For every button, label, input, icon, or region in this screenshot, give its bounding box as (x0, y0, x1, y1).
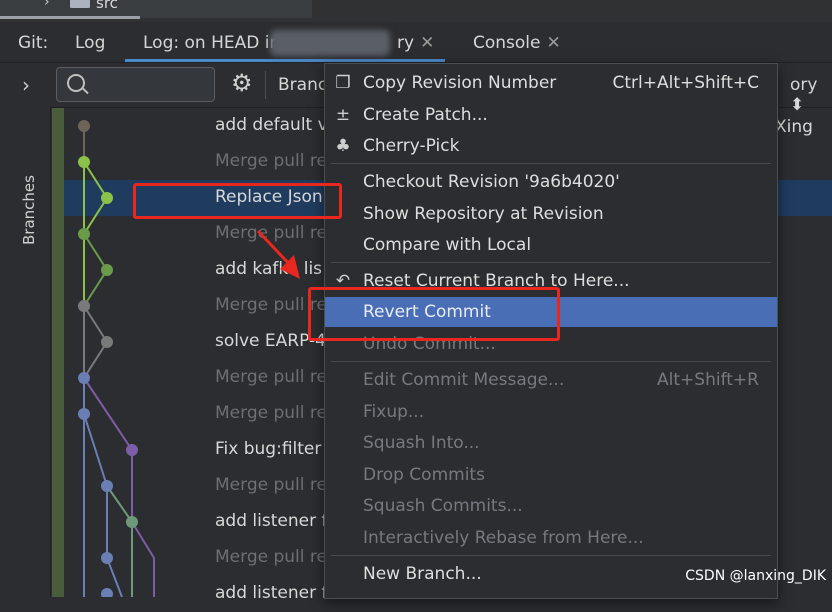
branch-filter[interactable]: Branc (278, 75, 327, 95)
menu-item-label: Fixup... (363, 402, 425, 422)
menu-item-label: Create Patch... (363, 105, 488, 125)
commit-graph (78, 120, 155, 597)
menu-item-label: Squash Commits... (363, 496, 523, 516)
active-tab-indicator (125, 59, 445, 62)
menu-item-label: Interactively Rebase from Here... (363, 528, 644, 548)
copy-icon: ❐ (335, 73, 351, 93)
graph-edge (83, 413, 123, 597)
tab-log[interactable]: Log (75, 33, 105, 53)
tab-console-label: Console (473, 33, 541, 53)
annotation-arrow (256, 229, 300, 279)
menu-separator (331, 555, 771, 556)
commit-node[interactable] (78, 120, 90, 132)
branches-toggle[interactable]: Branches (20, 175, 38, 245)
git-label: Git: (18, 33, 49, 53)
close-icon[interactable]: ✕ (420, 33, 434, 53)
redacted-region (270, 30, 390, 56)
commit-message: Merge pull re (215, 475, 327, 495)
history-filter-label: ory (790, 75, 818, 95)
menu-item-label: Squash Into... (363, 433, 480, 453)
menu-item-label: Show Repository at Revision (363, 204, 604, 224)
commit-message: Merge pull re (215, 151, 327, 171)
menu-item-show-repository[interactable]: Show Repository at Revision (325, 199, 777, 229)
project-tree-strip: › src (0, 0, 832, 22)
watermark: CSDN @lanxing_DIK (685, 568, 826, 584)
menu-item-shortcut: Ctrl+Alt+Shift+C (612, 73, 759, 93)
commit-node[interactable] (126, 516, 138, 528)
commit-message: Merge pull re (215, 403, 327, 423)
gear-icon[interactable]: ⚙ (231, 69, 253, 97)
tab-log-on-head-suffix: ry ✕ (397, 33, 434, 53)
menu-separator (331, 361, 771, 362)
search-icon (67, 74, 85, 92)
tab-log-on-head[interactable]: Log: on HEAD in (143, 33, 280, 53)
scrollbar[interactable] (0, 16, 140, 19)
commit-node[interactable] (126, 444, 138, 456)
menu-separator (331, 163, 771, 164)
commit-node[interactable] (101, 336, 113, 348)
cherry-icon: ♣ (335, 136, 351, 156)
menu-item-drop-commits: Drop Commits (325, 460, 777, 490)
commit-message: add default v (215, 115, 328, 135)
commit-message: Merge pull re (215, 367, 327, 387)
gutter-bar (52, 108, 64, 597)
commit-message: add listener f (215, 511, 328, 531)
commit-message: add listener f (215, 583, 328, 603)
menu-item-checkout-revision[interactable]: Checkout Revision '9a6b4020' (325, 167, 777, 197)
commit-node[interactable] (101, 552, 113, 564)
graph-edge (83, 377, 155, 597)
git-tool-window-tabs: Git: Log Log: on HEAD in ry ✕ Console ✕ (0, 24, 832, 63)
commit-node[interactable] (78, 300, 90, 312)
menu-item-label: Copy Revision Number (363, 73, 557, 93)
menu-item-compare-with-local[interactable]: Compare with Local (325, 230, 777, 260)
tab-log-on-head-label: Log: on HEAD in (143, 33, 281, 53)
commit-node[interactable] (101, 480, 113, 492)
commit-node[interactable] (78, 408, 90, 420)
menu-item-label: Drop Commits (363, 465, 485, 485)
menu-item-squash-into: Squash Into... (325, 428, 777, 458)
search-input[interactable] (56, 67, 215, 102)
graph-edge (106, 485, 133, 597)
menu-item-label: New Branch... (363, 564, 482, 584)
annotation-box-selected-commit (133, 183, 342, 219)
toolbar-divider (265, 71, 266, 99)
commit-node[interactable] (101, 588, 113, 597)
commit-node[interactable] (78, 372, 90, 384)
chevron-right-icon[interactable]: › (22, 73, 30, 97)
menu-item-copy-revision-number[interactable]: ❐ Copy Revision Number Ctrl+Alt+Shift+C (325, 68, 777, 98)
menu-item-label: Edit Commit Message... (363, 370, 565, 390)
patch-icon: ± (335, 105, 351, 125)
menu-item-squash-commits: Squash Commits... (325, 491, 777, 521)
tab-console[interactable]: Console ✕ (473, 33, 561, 53)
menu-item-label: Compare with Local (363, 235, 532, 255)
menu-item-create-patch[interactable]: ± Create Patch... (325, 100, 777, 130)
menu-item-label: Cherry-Pick (363, 136, 460, 156)
folder-label[interactable]: src (96, 0, 118, 12)
menu-item-cherry-pick[interactable]: ♣ Cherry-Pick (325, 131, 777, 161)
commit-node[interactable] (101, 264, 113, 276)
commit-node[interactable] (78, 228, 90, 240)
commit-node[interactable] (101, 192, 113, 204)
branches-sidebar: › Branches (0, 63, 51, 597)
menu-item-label: Checkout Revision '9a6b4020' (363, 172, 620, 192)
menu-item-fixup: Fixup... (325, 397, 777, 427)
author-cell: Xing (775, 117, 813, 137)
menu-separator (331, 262, 771, 263)
close-icon[interactable]: ✕ (547, 33, 561, 53)
folder-icon (70, 0, 90, 8)
tab-suffix-text: ry (397, 33, 415, 53)
annotation-box-revert-commit (308, 287, 560, 341)
commit-node[interactable] (78, 156, 90, 168)
menu-item-shortcut: Alt+Shift+R (657, 370, 759, 390)
menu-item-edit-commit-message: Edit Commit Message... Alt+Shift+R (325, 365, 777, 395)
annotation-arrow-shaft (256, 229, 294, 269)
commit-message: Merge pull re (215, 547, 327, 567)
commit-message: Fix bug:filter (215, 439, 322, 459)
expand-arrow-icon[interactable]: › (44, 0, 50, 10)
menu-item-interactive-rebase: Interactively Rebase from Here... (325, 523, 777, 553)
